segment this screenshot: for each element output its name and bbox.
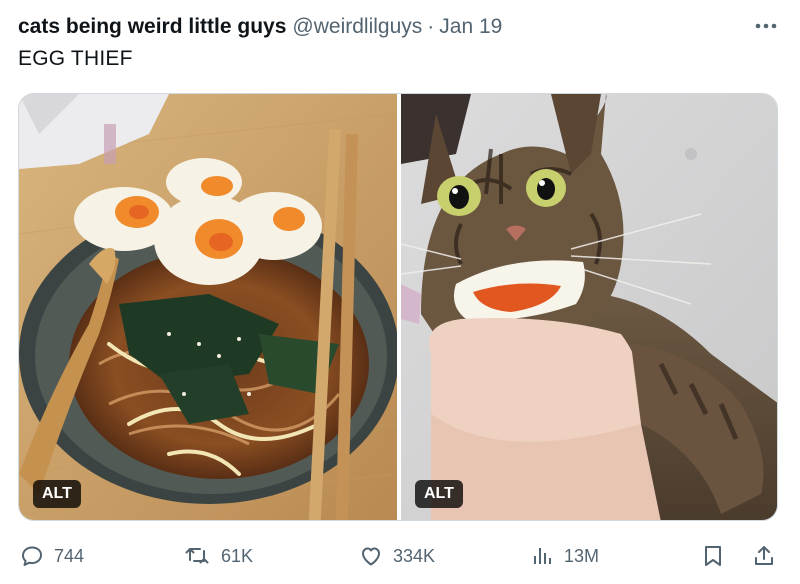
media-grid: ALT ALT <box>18 93 778 521</box>
views-chart-icon <box>534 548 551 564</box>
heart-icon <box>362 547 380 566</box>
retweet-count: 61K <box>221 545 254 566</box>
reply-count: 744 <box>54 545 85 566</box>
views-count: 13M <box>564 545 600 566</box>
tweet-actions-bar: 744 61K 334K 13M <box>18 538 780 574</box>
views-button[interactable]: 13M <box>530 538 599 574</box>
bookmark-button[interactable] <box>702 538 724 574</box>
more-options-button[interactable] <box>752 14 780 38</box>
photo-ramen-bowl[interactable]: ALT <box>19 94 397 520</box>
like-button[interactable]: 334K <box>359 538 435 574</box>
alt-text-badge[interactable]: ALT <box>33 480 81 508</box>
share-button[interactable] <box>752 538 776 574</box>
more-horizontal-icon <box>755 23 777 29</box>
cat-with-egg-image <box>401 94 777 520</box>
share-icon <box>755 546 773 565</box>
tweet-header: cats being weird little guys @weirdlilgu… <box>18 12 782 42</box>
ramen-bowl-image <box>19 94 397 520</box>
display-name[interactable]: cats being weird little guys <box>18 15 286 39</box>
separator-dot: · <box>427 15 435 38</box>
user-handle[interactable]: @weirdlilguys <box>292 15 422 39</box>
reply-icon <box>22 546 42 566</box>
reply-button[interactable]: 744 <box>20 538 84 574</box>
alt-text-badge[interactable]: ALT <box>415 480 463 508</box>
tweet-date[interactable]: Jan 19 <box>439 15 502 39</box>
photo-cat-egg[interactable]: ALT <box>401 94 777 520</box>
retweet-icon <box>185 548 209 564</box>
bookmark-icon <box>705 546 721 566</box>
like-count: 334K <box>393 545 436 566</box>
tweet-text: EGG THIEF <box>18 47 133 70</box>
retweet-button[interactable]: 61K <box>185 538 253 574</box>
